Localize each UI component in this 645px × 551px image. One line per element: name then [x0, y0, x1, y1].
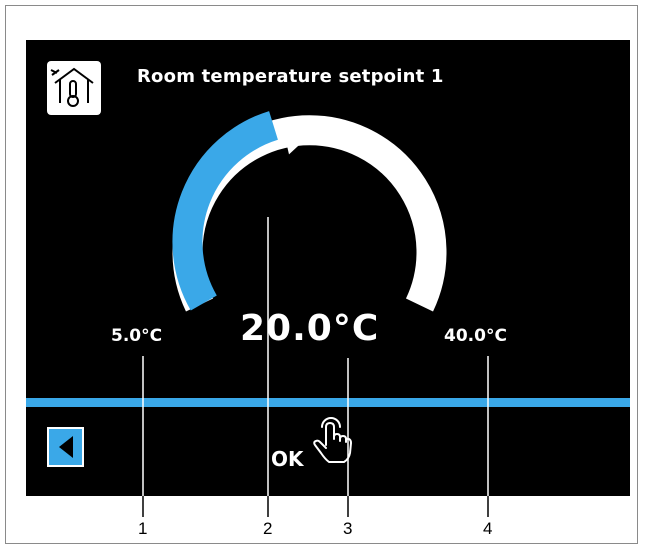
callout-number-1: 1 [138, 519, 148, 538]
callout-lines [142, 217, 489, 517]
callout-number-2: 2 [263, 519, 273, 538]
callout-number-4: 4 [483, 519, 493, 538]
callout-number-3: 3 [343, 519, 353, 538]
